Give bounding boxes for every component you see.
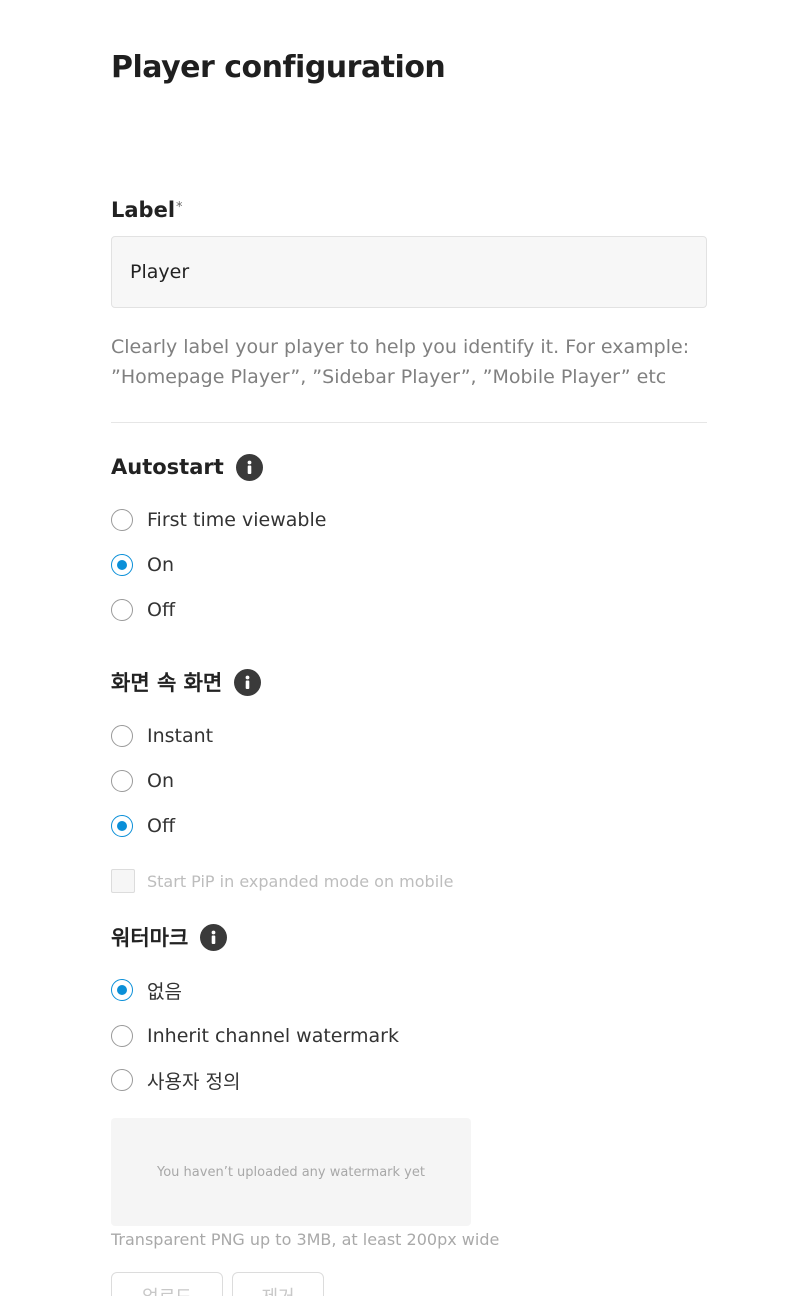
radio-button-selected[interactable] [111, 979, 133, 1001]
watermark-title: 워터마크 [111, 926, 189, 950]
pip-info-icon[interactable] [234, 668, 262, 696]
section-divider [111, 422, 707, 423]
radio-button[interactable] [111, 1025, 133, 1047]
watermark-requirements-note: Transparent PNG up to 3MB, at least 200p… [111, 1230, 500, 1249]
pip-title: 화면 속 화면 [111, 671, 223, 695]
radio-button-selected[interactable] [111, 815, 133, 837]
radio-label: Inherit channel watermark [147, 1025, 399, 1047]
radio-label: First time viewable [147, 509, 327, 531]
label-field-label: Label* [111, 198, 183, 222]
watermark-info-icon[interactable] [200, 923, 228, 951]
label-field-text: Label [111, 198, 176, 222]
pip-heading: 화면 속 화면 [111, 667, 262, 697]
radio-label: On [147, 770, 174, 792]
checkbox-label: Start PiP in expanded mode on mobile [147, 871, 454, 891]
watermark-heading: 워터마크 [111, 922, 228, 952]
autostart-heading: Autostart [111, 452, 263, 482]
player-configuration-page: Player configuration Label* Clearly labe… [0, 0, 790, 1296]
pip-option-off[interactable]: Off [111, 813, 175, 839]
label-help-line1: Clearly label your player to help you id… [111, 336, 690, 358]
autostart-option-off[interactable]: Off [111, 597, 175, 623]
radio-button[interactable] [111, 725, 133, 747]
watermark-empty-text: You haven’t uploaded any watermark yet [157, 1164, 425, 1180]
watermark-option-inherit-channel[interactable]: Inherit channel watermark [111, 1023, 399, 1049]
required-mark: * [176, 200, 183, 215]
radio-label: Off [147, 815, 176, 837]
radio-label: 없음 [147, 980, 182, 1003]
watermark-upload-area: You haven’t uploaded any watermark yet [111, 1118, 471, 1226]
autostart-option-on[interactable]: On [111, 552, 174, 578]
label-help-line2: ”Homepage Player”, ”Sidebar Player”, ”Mo… [111, 366, 667, 388]
radio-label: On [147, 554, 174, 576]
remove-button[interactable]: 제거 [232, 1272, 324, 1296]
radio-button[interactable] [111, 599, 133, 621]
radio-label: Instant [147, 725, 214, 747]
upload-button[interactable]: 업로드 [111, 1272, 223, 1296]
pip-expanded-mobile-checkbox-row: Start PiP in expanded mode on mobile [111, 869, 453, 893]
autostart-title: Autostart [111, 455, 224, 479]
watermark-option-none[interactable]: 없음 [111, 977, 182, 1003]
radio-label: Off [147, 599, 176, 621]
pip-option-instant[interactable]: Instant [111, 723, 213, 749]
radio-label: 사용자 정의 [147, 1070, 241, 1093]
radio-button[interactable] [111, 509, 133, 531]
pip-option-on[interactable]: On [111, 768, 174, 794]
watermark-option-custom[interactable]: 사용자 정의 [111, 1067, 240, 1093]
autostart-option-first-time-viewable[interactable]: First time viewable [111, 507, 326, 533]
label-input[interactable] [111, 236, 707, 308]
label-help-text: Clearly label your player to help you id… [111, 332, 711, 392]
page-title: Player configuration [111, 50, 446, 85]
radio-button-selected[interactable] [111, 554, 133, 576]
radio-button[interactable] [111, 1069, 133, 1091]
pip-expanded-mobile-checkbox [111, 869, 135, 893]
autostart-info-icon[interactable] [235, 453, 263, 481]
radio-button[interactable] [111, 770, 133, 792]
